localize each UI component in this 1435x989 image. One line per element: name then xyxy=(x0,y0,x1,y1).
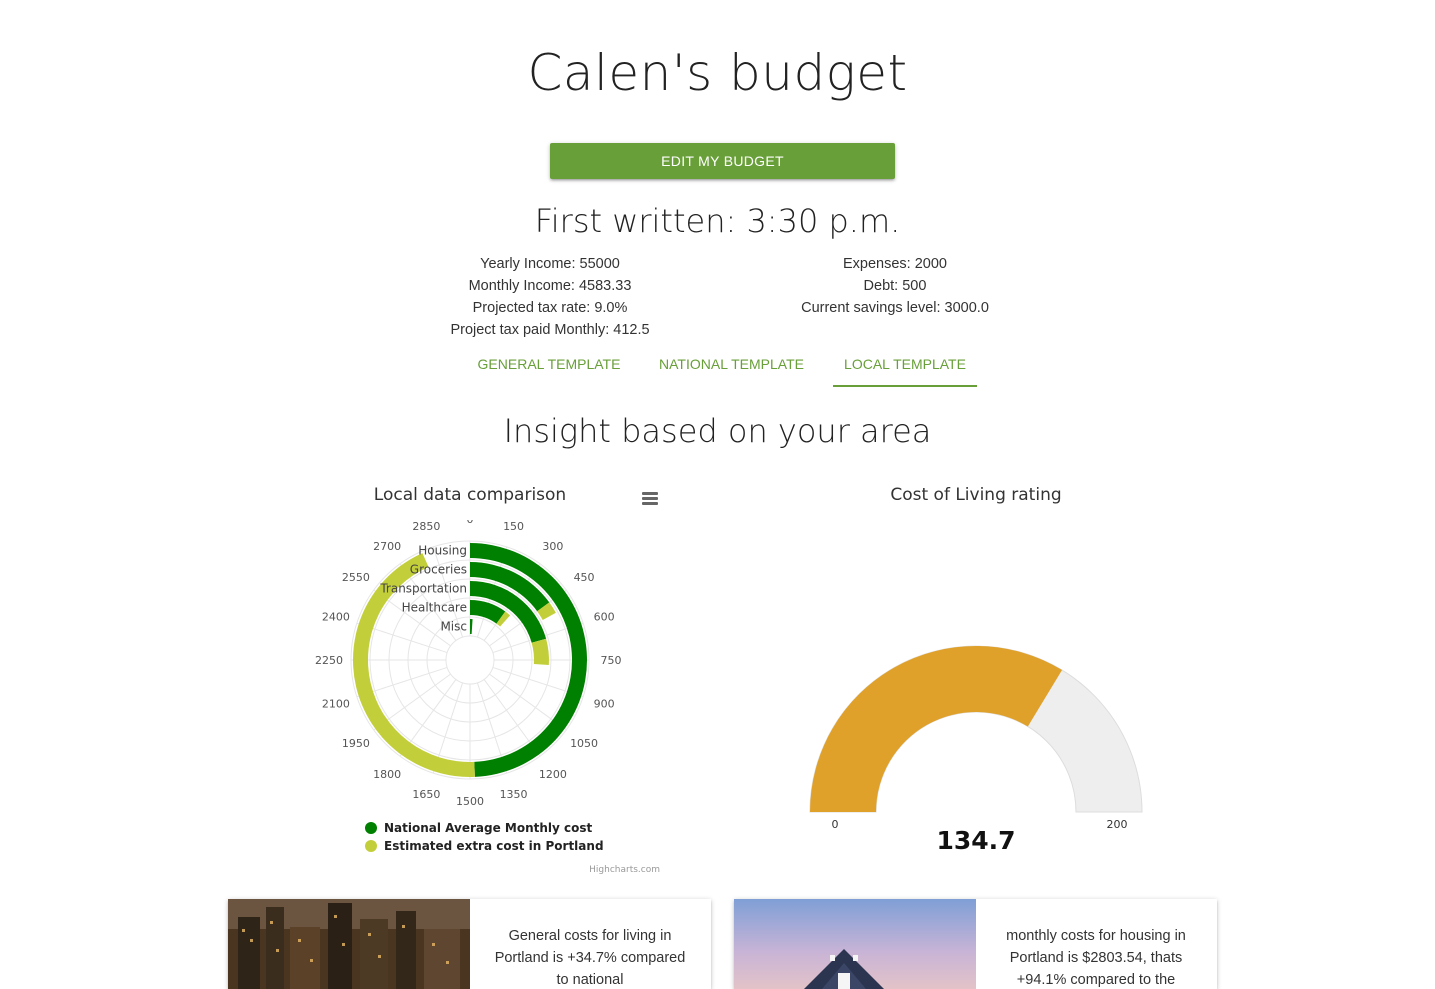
polar-tick-2400: 2400 xyxy=(322,610,350,623)
monthly-income: Monthly Income: 4583.33 xyxy=(468,278,632,294)
polar-category-groceries: Groceries xyxy=(410,563,467,577)
income-stats: Yearly Income: 55000 Monthly Income: 458… xyxy=(400,253,700,341)
polar-tick-2250: 2250 xyxy=(315,654,343,667)
polar-category-housing: Housing xyxy=(418,544,467,558)
legend-national[interactable]: National Average Monthly cost xyxy=(384,821,593,835)
gauge-value-fill xyxy=(810,646,1063,812)
polar-tick-2100: 2100 xyxy=(322,698,350,711)
polar-tick-300: 300 xyxy=(542,540,563,553)
expenses: Expenses: 2000 xyxy=(843,256,947,272)
first-written-time: First written: 3:30 p.m. xyxy=(534,202,901,240)
page-title: Calen's budget xyxy=(527,44,908,102)
polar-tick-2850: 2850 xyxy=(412,520,440,533)
polar-tick-600: 600 xyxy=(594,610,615,623)
polar-category-healthcare: Healthcare xyxy=(402,601,467,615)
polar-tick-900: 900 xyxy=(594,698,615,711)
housing-cost-text: monthly costs for housing in Portland is… xyxy=(1006,928,1186,988)
polar-tick-1500: 1500 xyxy=(456,795,484,808)
legend-extra[interactable]: Estimated extra cost in Portland xyxy=(384,839,604,853)
polar-tick-150: 150 xyxy=(503,520,524,533)
debt: Debt: 500 xyxy=(863,278,927,294)
polar-tick-2700: 2700 xyxy=(373,540,401,553)
general-cost-card: General costs for living in Portland is … xyxy=(228,899,711,989)
general-cost-text: General costs for living in Portland is … xyxy=(494,928,686,988)
yearly-income: Yearly Income: 55000 xyxy=(480,256,620,272)
gauge-max-label: 200 xyxy=(1107,818,1128,831)
polar-tick-1650: 1650 xyxy=(412,788,440,801)
polar-tick-0: 0 xyxy=(467,520,474,526)
cost-of-living-gauge: 0 200 134.7 xyxy=(809,645,1143,855)
tab-general-template[interactable]: GENERAL TEMPLATE xyxy=(460,350,638,386)
tab-local-template[interactable]: LOCAL TEMPLATE xyxy=(833,350,977,386)
local-data-polar-chart: 0 150 300 450 600 750 900 1050 1200 1350 1500 1650 1… xyxy=(315,520,660,875)
edit-budget-button[interactable]: EDIT MY BUDGET xyxy=(550,143,895,179)
tab-national-template[interactable]: NATIONAL TEMPLATE xyxy=(641,350,822,386)
polar-legend: National Average Monthly cost Estimated … xyxy=(365,821,604,853)
polar-tick-450: 450 xyxy=(574,571,595,584)
template-tabs: GENERAL TEMPLATE NATIONAL TEMPLATE LOCAL… xyxy=(460,350,1000,388)
polar-tick-1200: 1200 xyxy=(539,768,567,781)
local-chart-title: Local data comparison xyxy=(373,485,567,505)
bar-national-misc xyxy=(470,619,473,635)
gauge-value-label: 134.7 xyxy=(936,826,1015,855)
highcharts-credit[interactable]: Highcharts.com xyxy=(589,865,660,875)
gauge-chart-title: Cost of Living rating xyxy=(890,485,1062,505)
projected-tax-paid: Project tax paid Monthly: 412.5 xyxy=(450,322,650,338)
section-title: Insight based on your area xyxy=(503,412,932,450)
chart-menu-icon[interactable] xyxy=(640,491,660,507)
bar-extra-transportation xyxy=(531,638,549,665)
projected-tax-rate: Projected tax rate: 9.0% xyxy=(472,300,628,316)
house-image xyxy=(734,899,976,989)
polar-tick-1350: 1350 xyxy=(500,788,528,801)
legend-extra-marker xyxy=(365,840,377,852)
polar-tick-750: 750 xyxy=(601,654,622,667)
polar-tick-1050: 1050 xyxy=(570,737,598,750)
active-tab-indicator xyxy=(833,385,977,387)
polar-category-misc: Misc xyxy=(440,620,467,634)
polar-tick-1950: 1950 xyxy=(342,737,370,750)
expense-stats: Expenses: 2000 Debt: 500 Current savings… xyxy=(745,253,1045,319)
current-savings: Current savings level: 3000.0 xyxy=(801,300,989,316)
housing-cost-card: monthly costs for housing in Portland is… xyxy=(734,899,1217,989)
polar-category-transportation: Transportation xyxy=(379,582,467,596)
polar-tick-2550: 2550 xyxy=(342,571,370,584)
city-skyline-image xyxy=(228,899,470,989)
polar-tick-1800: 1800 xyxy=(373,768,401,781)
legend-national-marker xyxy=(365,822,377,834)
gauge-min-label: 0 xyxy=(832,818,839,831)
polar-grid-ring xyxy=(445,635,495,685)
